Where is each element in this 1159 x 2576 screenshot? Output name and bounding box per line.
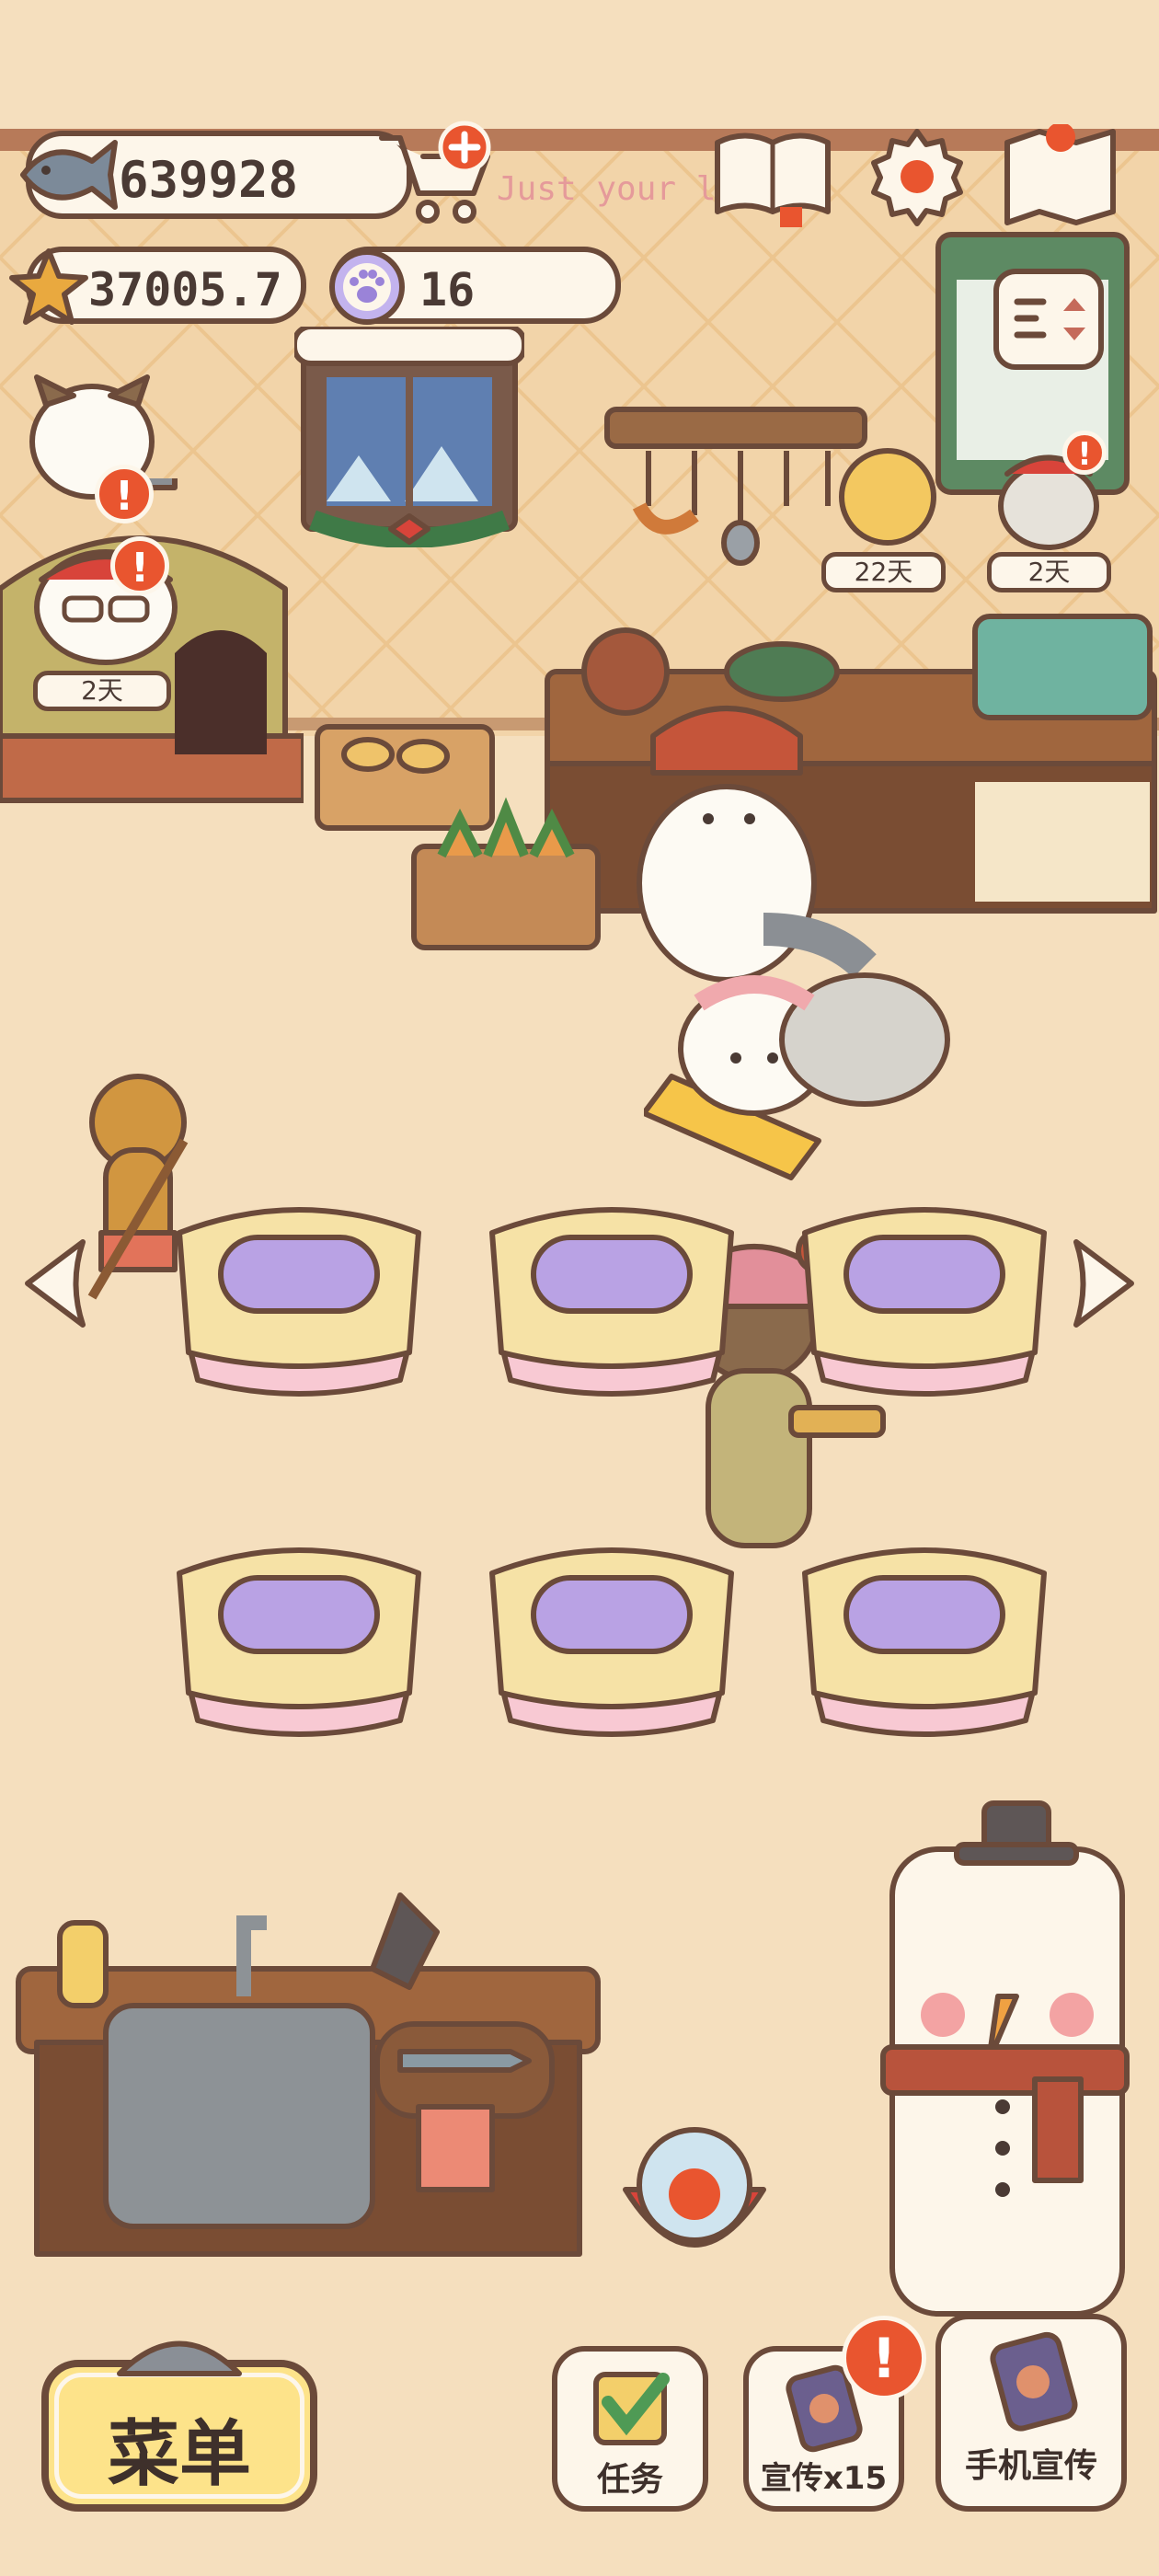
- dining-table[interactable]: [170, 1196, 428, 1408]
- cleaning-cat[interactable]: [644, 957, 957, 1196]
- alert-badge[interactable]: !: [842, 2316, 926, 2400]
- fruit-bowl[interactable]: [616, 2116, 773, 2282]
- cat-shelf-1-npc[interactable]: [828, 432, 947, 552]
- arrow-right-icon[interactable]: [1067, 1233, 1141, 1334]
- fish-currency-value: 639928: [119, 151, 299, 209]
- menu-button[interactable]: 菜单: [41, 2360, 317, 2512]
- filter-icon: [1014, 298, 1085, 340]
- bread-baskets: [315, 724, 601, 950]
- cat-shelf-2-timer: 2天: [987, 552, 1111, 592]
- alert-badge[interactable]: !: [110, 536, 169, 595]
- sink-station[interactable]: [14, 1858, 602, 2263]
- clip-icon: [117, 2340, 242, 2376]
- snowy-window: [294, 327, 524, 547]
- dining-table[interactable]: [170, 1536, 428, 1748]
- alert-badge[interactable]: !: [95, 465, 154, 523]
- phone-promote-button[interactable]: 手机宣传: [935, 2314, 1127, 2512]
- check-icon: [593, 2372, 670, 2445]
- menu-label: 菜单: [107, 2413, 251, 2496]
- star-currency-value: 37005.7: [88, 263, 282, 316]
- sign-text: Just your lo: [497, 170, 737, 208]
- phone-promote-label: 手机宣传: [964, 2447, 1097, 2485]
- arrow-left-icon[interactable]: [18, 1233, 92, 1334]
- task-label: 任务: [596, 2461, 663, 2499]
- cat-shelf-1-timer: 22天: [821, 552, 946, 592]
- phone-icon: [990, 2331, 1078, 2432]
- fish-icon: [20, 140, 118, 210]
- map-icon[interactable]: [998, 124, 1122, 230]
- paw-currency-value: 16: [419, 263, 476, 316]
- paw-icon: [329, 249, 405, 325]
- filter-button[interactable]: [993, 269, 1104, 370]
- task-button[interactable]: 任务: [552, 2346, 708, 2512]
- promote-label: 宣传x15: [760, 2460, 888, 2497]
- dining-table[interactable]: [796, 1196, 1053, 1408]
- dining-table[interactable]: [796, 1536, 1053, 1748]
- star-icon: [9, 248, 88, 325]
- alert-badge[interactable]: !: [1062, 431, 1107, 475]
- cart-add-icon[interactable]: [373, 120, 497, 230]
- book-icon[interactable]: [708, 124, 837, 230]
- dining-table[interactable]: [483, 1196, 740, 1408]
- cat-oven-timer: 2天: [33, 671, 171, 711]
- chef-cat[interactable]: [598, 699, 892, 994]
- cat-glasses-npc[interactable]: [14, 534, 198, 672]
- gear-icon[interactable]: [865, 124, 970, 230]
- snowman[interactable]: [869, 1794, 1145, 2328]
- dining-table[interactable]: [483, 1536, 740, 1748]
